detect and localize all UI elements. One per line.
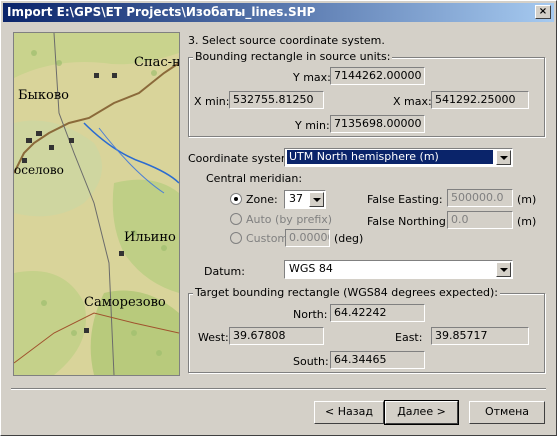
xmin-label: X min: <box>194 95 230 108</box>
auto-radio[interactable] <box>230 213 242 225</box>
zone-radio[interactable] <box>230 193 242 205</box>
central-meridian-label: Central meridian: <box>206 172 303 185</box>
xmin-field[interactable]: 532755.81250 <box>229 91 324 109</box>
zone-label: Zone: <box>246 193 278 206</box>
false-easting-field[interactable]: 500000.0 <box>447 189 513 207</box>
custom-radio[interactable] <box>230 232 242 244</box>
map-label-oselovo: оселово <box>14 163 64 177</box>
custom-meridian-field[interactable]: 0.00000 <box>285 229 330 247</box>
datum-select[interactable]: WGS 84 <box>284 260 513 279</box>
chevron-down-icon[interactable] <box>309 192 324 207</box>
custom-unit: (deg) <box>334 232 364 245</box>
ymin-field[interactable]: 7135698.00000 <box>330 115 425 133</box>
step-heading: 3. Select source coordinate system. <box>188 34 385 47</box>
datum-value: WGS 84 <box>289 262 333 275</box>
divider <box>11 388 546 390</box>
map-label-spas: Спас-на- <box>134 55 180 70</box>
east-field[interactable]: 39.85717 <box>431 327 529 345</box>
chevron-down-icon[interactable] <box>496 150 511 165</box>
title-bar[interactable]: Import E:\GPS\ET Projects\Изобаты_lines.… <box>3 3 554 22</box>
target-rect-title: Target bounding rectangle (WGS84 degrees… <box>193 286 500 299</box>
zone-value: 37 <box>289 192 303 205</box>
false-northing-label: False Northing: <box>367 215 450 228</box>
auto-label: Auto (by prefix) <box>246 213 333 226</box>
map-label-samorezovo: Саморезово <box>84 295 166 310</box>
false-northing-field[interactable]: 0.0 <box>447 211 513 229</box>
custom-label: Custom <box>246 232 289 245</box>
east-label: East: <box>395 331 423 344</box>
west-field[interactable]: 39.67808 <box>229 327 324 345</box>
close-button[interactable]: × <box>535 5 551 19</box>
chevron-down-icon[interactable] <box>496 262 511 277</box>
map-label-ilino: Ильино <box>124 230 176 245</box>
north-field[interactable]: 64.42242 <box>330 304 425 322</box>
source-rect-title: Bounding rectangle in source units: <box>193 50 393 63</box>
xmax-field[interactable]: 541292.25000 <box>431 91 529 109</box>
import-dialog: Import E:\GPS\ET Projects\Изобаты_lines.… <box>0 0 557 436</box>
false-easting-unit: (m) <box>517 193 537 206</box>
radio-selected-dot <box>234 197 238 201</box>
south-label: South: <box>293 355 329 368</box>
north-label: North: <box>293 308 328 321</box>
false-easting-label: False Easting: <box>367 193 443 206</box>
ymax-field[interactable]: 7144262.00000 <box>330 67 425 85</box>
map-image <box>14 33 179 375</box>
west-label: West: <box>198 331 229 344</box>
zone-select[interactable]: 37 <box>284 190 326 209</box>
cancel-button[interactable]: Отмена <box>469 401 545 424</box>
ymax-label: Y max: <box>293 71 331 84</box>
next-button[interactable]: Далее > <box>384 400 459 425</box>
xmax-label: X max: <box>393 95 432 108</box>
map-label-bykovo: Быково <box>18 88 69 103</box>
ymin-label: Y min: <box>295 119 330 132</box>
coord-system-label: Coordinate system: <box>188 152 296 165</box>
map-preview: Спас-на- Быково оселово Ильино Саморезов… <box>13 32 180 376</box>
false-northing-unit: (m) <box>517 215 537 228</box>
window-title: Import E:\GPS\ET Projects\Изобаты_lines.… <box>7 5 316 19</box>
coord-system-value: UTM North hemisphere (m) <box>287 150 493 164</box>
back-button[interactable]: < Назад <box>314 401 384 424</box>
datum-label: Datum: <box>204 265 245 278</box>
coord-system-select[interactable]: UTM North hemisphere (m) <box>284 148 513 167</box>
south-field[interactable]: 64.34465 <box>330 351 425 369</box>
